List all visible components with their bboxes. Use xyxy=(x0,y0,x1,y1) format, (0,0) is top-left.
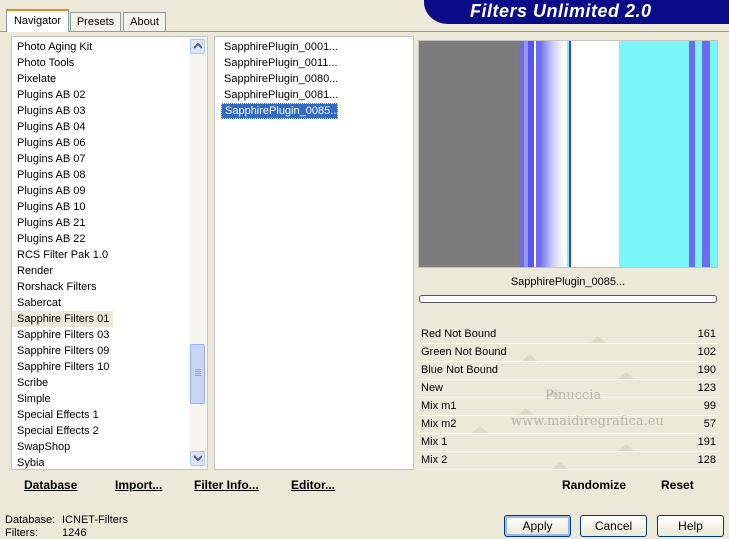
database-button[interactable]: Database xyxy=(24,478,77,492)
import-button[interactable]: Import... xyxy=(115,478,162,492)
category-list[interactable]: Photo Aging Kit Photo Tools Pixelate Plugin… xyxy=(11,36,208,470)
filter-item[interactable]: SapphirePlugin_0080... xyxy=(221,71,338,87)
watermark-name: Pinuccia xyxy=(545,388,602,403)
preview-image xyxy=(418,40,718,268)
param-value: 161 xyxy=(697,328,716,340)
reset-button[interactable]: Reset xyxy=(661,478,694,492)
param-value: 128 xyxy=(697,454,716,466)
category-item[interactable]: SwapShop xyxy=(12,439,70,455)
param-slider[interactable]: Mix 2 128 xyxy=(418,452,718,470)
scroll-up-button[interactable] xyxy=(190,39,205,54)
watermark-url: www.maidiregrafica.eu xyxy=(511,414,664,429)
category-item[interactable]: Photo Tools xyxy=(12,55,74,71)
filter-item[interactable]: SapphirePlugin_0081... xyxy=(221,87,338,103)
category-item[interactable]: Photo Aging Kit xyxy=(12,39,92,55)
category-item[interactable]: Plugins AB 06 xyxy=(12,135,86,151)
filter-info-button[interactable]: Filter Info... xyxy=(194,478,259,492)
banner-title: Filters Unlimited 2.0 xyxy=(470,1,652,21)
category-item[interactable]: Sabercat xyxy=(12,295,61,311)
category-item[interactable]: Sapphire Filters 10 xyxy=(12,359,109,375)
chevron-down-icon xyxy=(193,455,202,461)
category-item[interactable]: Simple xyxy=(12,391,51,407)
category-item[interactable]: Plugins AB 07 xyxy=(12,151,86,167)
category-item[interactable]: Special Effects 2 xyxy=(12,423,99,439)
slider-track xyxy=(418,469,718,470)
database-label: Database: xyxy=(5,514,56,526)
param-label: New xyxy=(421,382,444,394)
category-item[interactable]: RCS Filter Pak 1.0 xyxy=(12,247,108,263)
cancel-button[interactable]: Cancel xyxy=(580,515,647,537)
param-value: 57 xyxy=(703,418,716,430)
filter-item[interactable]: SapphirePlugin_0085... xyxy=(221,103,339,119)
category-item[interactable]: Sapphire Filters 01 xyxy=(12,311,113,327)
category-item[interactable]: Plugins AB 02 xyxy=(12,87,86,103)
filter-item[interactable]: SapphirePlugin_0011... xyxy=(221,55,338,71)
param-value: 190 xyxy=(697,364,716,376)
tab-navigator[interactable]: Navigator xyxy=(6,9,69,32)
param-label: Red Not Bound xyxy=(421,328,497,340)
tab-divider xyxy=(0,31,729,32)
editor-button[interactable]: Editor... xyxy=(291,478,335,492)
slider-thumb[interactable] xyxy=(590,336,606,343)
randomize-button[interactable]: Randomize xyxy=(562,478,626,492)
slider-thumb[interactable] xyxy=(618,372,634,379)
slider-thumb[interactable] xyxy=(472,426,488,433)
category-item[interactable]: Plugins AB 21 xyxy=(12,215,86,231)
param-label: Mix m1 xyxy=(421,400,457,412)
param-slider[interactable]: Green Not Bound 102 xyxy=(418,344,718,362)
filter-list[interactable]: SapphirePlugin_0001... SapphirePlugin_001… xyxy=(214,36,414,470)
param-label: Blue Not Bound xyxy=(421,364,499,376)
scroll-down-button[interactable] xyxy=(190,451,205,466)
param-label: Green Not Bound xyxy=(421,346,507,358)
progress-bar xyxy=(419,295,717,303)
category-item[interactable]: Plugins AB 04 xyxy=(12,119,86,135)
preview-graphic xyxy=(419,41,717,267)
param-label: Mix m2 xyxy=(421,418,457,430)
filter-list-items: SapphirePlugin_0001... SapphirePlugin_001… xyxy=(221,38,412,138)
param-slider[interactable]: Mix 1 191 xyxy=(418,434,718,452)
filter-item[interactable]: SapphirePlugin_0001... xyxy=(221,39,338,55)
category-item[interactable]: Plugins AB 08 xyxy=(12,167,86,183)
category-item[interactable]: Special Effects 1 xyxy=(12,407,99,423)
category-item[interactable]: Sapphire Filters 03 xyxy=(12,327,109,343)
param-slider[interactable]: Red Not Bound 161 xyxy=(418,326,718,344)
scroll-thumb[interactable] xyxy=(190,344,205,404)
slider-thumb[interactable] xyxy=(552,462,568,469)
category-list-items: Photo Aging Kit Photo Tools Pixelate Plugin… xyxy=(12,38,189,471)
tab-presets[interactable]: Presets xyxy=(70,12,121,31)
param-slider[interactable]: Blue Not Bound 190 xyxy=(418,362,718,380)
category-item[interactable]: Render xyxy=(12,263,53,279)
param-label: Mix 1 xyxy=(421,436,448,448)
category-scrollbar[interactable] xyxy=(189,37,206,468)
param-value: 99 xyxy=(703,400,716,412)
chevron-up-icon xyxy=(193,43,202,49)
help-button[interactable]: Help xyxy=(657,515,724,537)
database-value: ICNET-Filters xyxy=(62,514,128,526)
apply-button[interactable]: Apply xyxy=(504,515,571,537)
category-item[interactable]: Pixelate xyxy=(12,71,56,87)
preview-filter-name: SapphirePlugin_0085... xyxy=(418,270,718,294)
param-label: Mix 2 xyxy=(421,454,448,466)
param-value: 191 xyxy=(697,436,716,448)
tab-about[interactable]: About xyxy=(123,12,166,31)
category-item[interactable]: Sybia xyxy=(12,455,45,471)
title-banner: Filters Unlimited 2.0 xyxy=(424,0,729,24)
slider-thumb[interactable] xyxy=(618,444,634,451)
category-item[interactable]: Plugins AB 09 xyxy=(12,183,86,199)
param-value: 123 xyxy=(697,382,716,394)
param-value: 102 xyxy=(697,346,716,358)
category-item[interactable]: Plugins AB 10 xyxy=(12,199,86,215)
slider-thumb[interactable] xyxy=(522,354,538,361)
category-item[interactable]: Rorshack Filters xyxy=(12,279,96,295)
category-item[interactable]: Plugins AB 22 xyxy=(12,231,86,247)
category-item[interactable]: Scribe xyxy=(12,375,48,391)
filters-count: 1246 xyxy=(62,527,87,539)
category-item[interactable]: Plugins AB 03 xyxy=(12,103,86,119)
category-item[interactable]: Sapphire Filters 09 xyxy=(12,343,109,359)
filters-label: Filters: xyxy=(5,527,38,539)
